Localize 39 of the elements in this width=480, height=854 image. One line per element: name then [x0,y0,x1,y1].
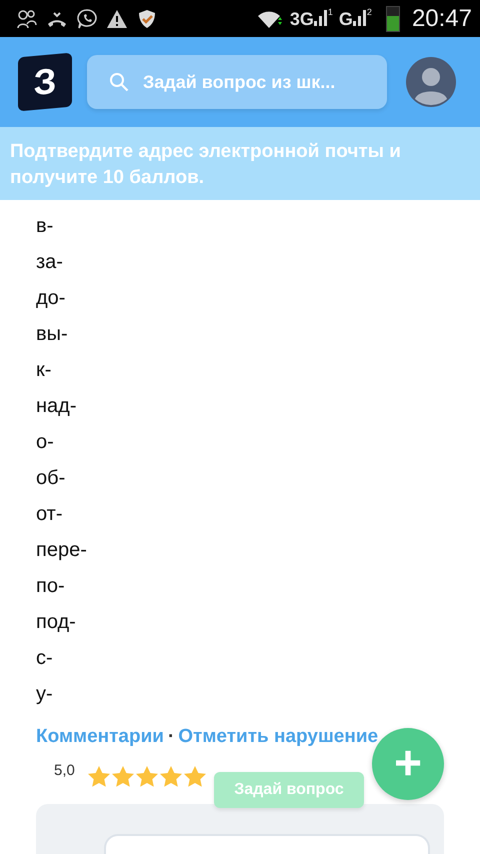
answer-line: над- [36,394,78,419]
answer-line: у- [36,682,54,707]
answer-line: вы- [36,322,69,347]
app-logo[interactable]: З [18,52,72,112]
answer-line: по- [36,574,66,599]
clock-time: 20:47 [412,4,472,32]
warning-icon [106,8,128,30]
star-icon [110,764,135,788]
answer-line: в- [36,214,54,239]
search-field[interactable]: Задай вопрос из шк... [87,55,387,109]
battery-icon [386,6,400,32]
answer-line: под- [36,610,77,635]
answer-line: пере- [36,538,88,563]
link[interactable]: Комментарии [36,726,164,748]
star-icon [182,764,207,788]
shield-icon [136,8,158,30]
answer-line: о- [36,430,55,455]
answer-line: от- [36,502,64,527]
avatar-icon [406,57,456,107]
signal-icon [352,7,367,27]
rating-value: 5,0 [54,762,75,778]
notice-banner: Подтвердите адрес электронной почты и получите 10 баллов. [0,127,480,200]
star-icon [134,764,159,788]
answer-line: об- [36,466,66,491]
network-label: G [338,9,353,30]
star-icon [86,764,111,788]
search-icon [109,72,129,92]
answer-line: к- [36,358,52,383]
people-icon [16,8,38,30]
sim-number: 2 [366,7,372,17]
network-label: 3G [290,9,314,30]
phone-chat-icon [76,8,98,30]
separator-dot: · [168,726,174,748]
answer-line: за- [36,250,64,275]
signal-icon [314,7,328,27]
answer-line: с- [36,646,54,671]
answer-line: до- [36,286,66,311]
star-icon [158,764,183,788]
sim-number: 1 [328,7,333,17]
